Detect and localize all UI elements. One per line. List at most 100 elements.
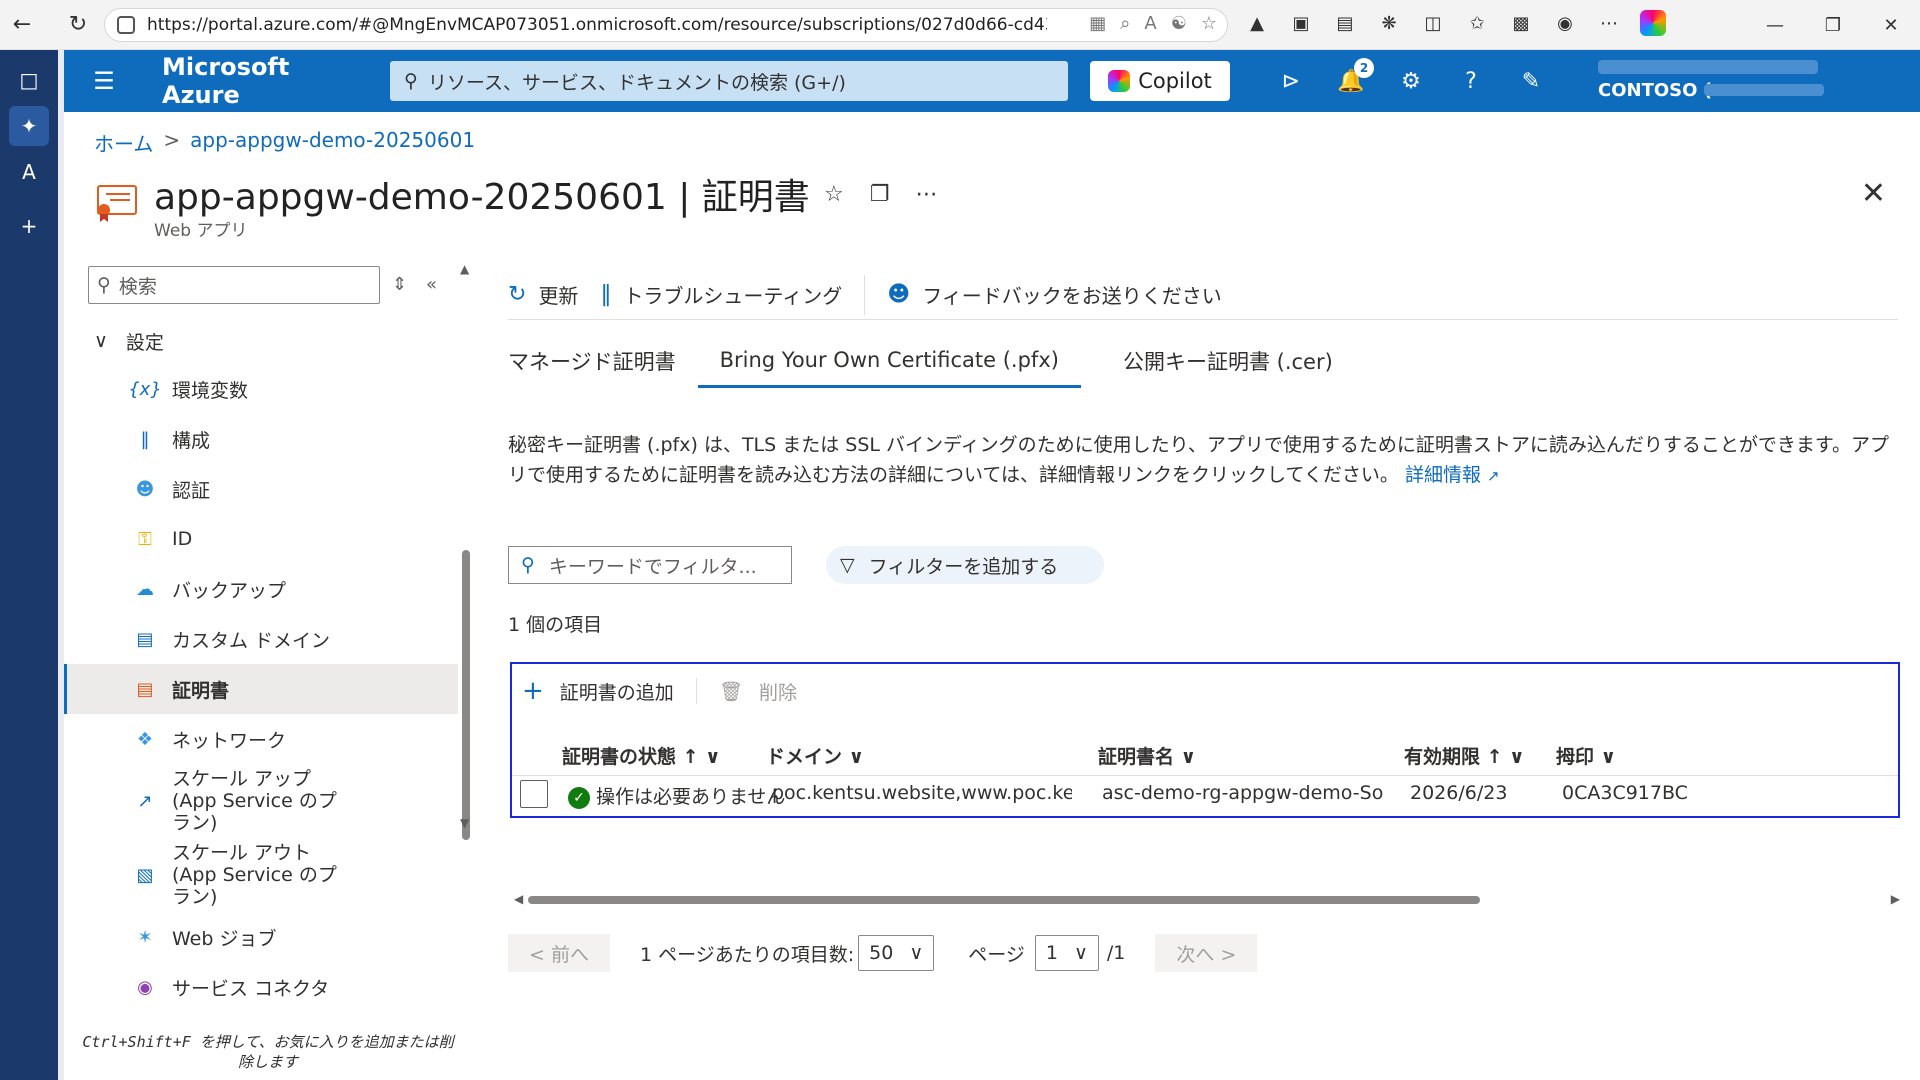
help-icon[interactable]: ? [1454,64,1488,98]
site-info-icon[interactable] [117,16,135,34]
scroll-up-icon[interactable]: ▲ [460,262,469,276]
nav-item-scale-out[interactable]: ▧ スケール アウト (App Service のプラン) [64,838,458,912]
copilot-browser-icon[interactable] [1640,10,1666,36]
scroll-down-icon[interactable]: ▼ [460,816,469,830]
table-row[interactable]: ✓ 操作は必要ありません poc.kentsu.website,www.poc.k… [512,776,1898,816]
nav-item-label: Web ジョブ [172,927,277,950]
breadcrumb-home[interactable]: ホーム [94,128,153,157]
address-bar[interactable]: https://portal.azure.com/#@MngEnvMCAP073… [104,8,1228,42]
url-text[interactable]: https://portal.azure.com/#@MngEnvMCAP073… [147,15,1047,35]
cell-name[interactable]: asc-demo-rg-appgw-demo-Southea... [1102,782,1384,804]
more-options-icon[interactable]: ⋯ [1596,10,1622,36]
extension-a-icon[interactable]: ▲ [1244,10,1270,36]
scroll-left-icon[interactable]: ◀ [514,892,523,906]
per-page-select[interactable]: 50 ∨ [858,935,935,971]
read-aloud-icon[interactable]: A [1144,13,1156,34]
nav-scrollbar-thumb[interactable] [462,550,470,840]
nav-item-webjobs[interactable]: ✶ Web ジョブ [64,912,458,962]
chevron-down-icon: ∨ [909,942,924,964]
expand-collapse-icon[interactable]: ⇕ [392,274,407,295]
nav-item-custom-domain[interactable]: ▤ カスタム ドメイン [64,614,458,664]
global-search-input[interactable]: ⚲ リソース、サービス、ドキュメントの検索 (G+/) [390,61,1068,101]
feedback-icon[interactable]: ✎ [1514,64,1548,98]
restore-icon[interactable]: ❐ [1804,0,1862,50]
scroll-right-icon[interactable]: ▶ [1891,892,1900,906]
nav-item-backup[interactable]: ☁ バックアップ [64,564,458,614]
nav-item-identity[interactable]: ⚿ ID [64,514,458,564]
column-header-domain[interactable]: ドメイン ∨ [766,742,864,769]
favorite-star-icon[interactable]: ☆ [1201,13,1217,34]
refresh-button[interactable]: ↻ 更新 [508,280,578,309]
collections-icon[interactable]: ▩ [1508,10,1534,36]
add-certificate-button[interactable]: 証明書の追加 [560,678,674,705]
grid-horizontal-scrollbar[interactable]: ◀ ▶ [514,892,1900,906]
nav-item-certificates[interactable]: ▤ 証明書 [64,664,458,714]
prev-page-button: < 前へ [508,934,610,972]
row-checkbox[interactable] [520,780,548,808]
zoom-icon[interactable]: ⌕ [1120,13,1130,34]
add-icon[interactable]: + [522,676,544,706]
copy-icon[interactable]: ❐ [870,182,890,207]
feedback-button[interactable]: ☻ フィードバックをお送りください [887,280,1222,309]
collapse-nav-icon[interactable]: « [426,274,437,295]
feedback-label: フィードバックをお送りください [922,284,1222,308]
column-header-status[interactable]: 証明書の状態 ↑ ∨ [562,742,721,769]
close-blade-icon[interactable]: ✕ [1861,176,1886,211]
account-menu[interactable]: CONTOSO ( [1598,56,1888,106]
page-value: 1 [1045,942,1058,964]
extension-translate-icon[interactable]: ▤ [1332,10,1358,36]
share-icon[interactable]: ☯ [1171,13,1187,34]
split-screen-icon[interactable]: ◫ [1420,10,1446,36]
favorite-icon[interactable]: ☆ [824,182,844,207]
tab-byoc-pfx[interactable]: Bring Your Own Certificate (.pfx) [697,334,1081,388]
settings-gear-icon[interactable]: ⚙ [1394,64,1428,98]
breadcrumb-resource[interactable]: app-appgw-demo-20250601 [190,128,475,157]
nav-item-env-vars[interactable]: {x} 環境変数 [64,364,458,414]
learn-more-link[interactable]: 詳細情報 ↗ [1405,464,1500,486]
more-icon[interactable]: ⋯ [915,182,937,207]
nav-item-networking[interactable]: ❖ ネットワーク [64,714,458,764]
nav-item-service-connector[interactable]: ◉ サービス コネクタ [64,962,458,1012]
nav-item-authentication[interactable]: ☻ 認証 [64,464,458,514]
nav-item-configuration[interactable]: ‖ 構成 [64,414,458,464]
add-filter-button[interactable]: ▽ フィルターを追加する [826,546,1104,584]
keyword-filter-input[interactable]: ⚲ キーワードでフィルタ... [508,546,792,584]
brand-title[interactable]: Microsoft Azure [162,53,362,109]
notifications-icon[interactable]: 🔔 2 [1334,58,1374,98]
add-icon[interactable]: + [9,206,49,246]
azure-workspace-icon[interactable]: ✦ [9,106,49,146]
page-select[interactable]: 1 ∨ [1034,935,1099,971]
column-header-name[interactable]: 証明書名 ∨ [1098,742,1196,769]
refresh-icon[interactable]: ↻ [58,5,98,45]
profile-globe-icon[interactable]: ◉ [1552,10,1578,36]
favorites-icon[interactable]: ✩ [1464,10,1490,36]
nav-search-input[interactable]: ⚲ 検索 [88,266,380,304]
azure-header: ☰ Microsoft Azure ⚲ リソース、サービス、ドキュメントの検索 … [64,50,1920,112]
cell-domain: poc.kentsu.website,www.poc.kentsu.we... [772,782,1072,804]
account-tenant-redacted [1704,84,1824,96]
back-icon[interactable]: ← [2,5,42,45]
filter-placeholder: キーワードでフィルタ... [548,555,757,578]
tab-public-key-cer[interactable]: 公開キー証明書 (.cer) [1101,334,1355,388]
troubleshoot-button[interactable]: ‖ トラブルシューティング [600,280,842,309]
extension-image-icon[interactable]: ▣ [1288,10,1314,36]
column-header-thumbprint[interactable]: 拇印 ∨ [1556,742,1616,769]
minimize-icon[interactable]: — [1746,0,1804,50]
nav-group-settings[interactable]: ∨ 設定 [64,318,458,364]
nav-item-label: ID [172,528,193,550]
extensions-puzzle-icon[interactable]: ❋ [1376,10,1402,36]
azure-icon[interactable]: A [9,152,49,192]
cell-thumbprint: 0CA3C917BC [1562,782,1688,804]
menu-icon[interactable]: ☰ [78,50,130,112]
tab-managed-certificates[interactable]: マネージド証明書 [508,334,698,388]
copilot-button[interactable]: Copilot [1090,61,1230,101]
tabs-icon[interactable]: □ [9,60,49,100]
window-close-icon[interactable]: ✕ [1862,0,1920,50]
hscroll-thumb[interactable] [528,896,1480,904]
nav-item-scale-up[interactable]: ↗ スケール アップ (App Service のプラン) [64,764,458,838]
apps-icon[interactable]: ▦ [1089,13,1106,34]
nav-item-label: カスタム ドメイン [172,629,331,652]
column-header-expiry[interactable]: 有効期限 ↑ ∨ [1404,742,1525,769]
page-label: ページ [968,943,1025,966]
cloud-shell-icon[interactable]: ⊳ [1274,64,1308,98]
